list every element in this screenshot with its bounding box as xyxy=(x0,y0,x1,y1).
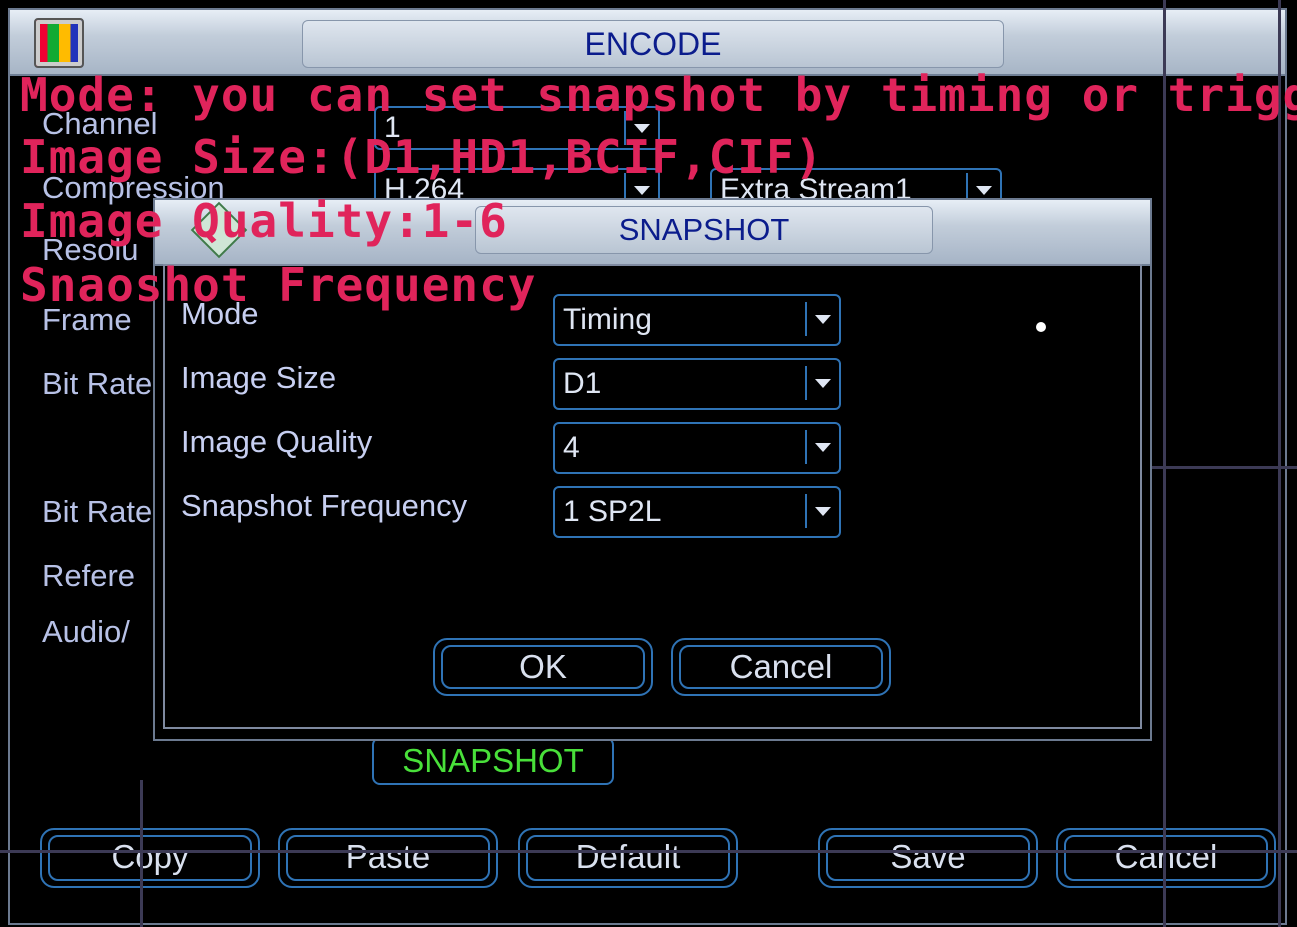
mode-value: Timing xyxy=(563,303,652,336)
grid-line xyxy=(140,780,143,927)
reference-label: Refere xyxy=(42,558,136,593)
paste-button[interactable]: Paste xyxy=(278,828,498,888)
copy-button[interactable]: Copy xyxy=(40,828,260,888)
grid-line xyxy=(0,850,1297,853)
snapshot-frequency-value: 1 SP2L xyxy=(563,495,662,528)
mouse-cursor-dot xyxy=(1036,322,1046,332)
window-title: ENCODE xyxy=(302,20,1004,68)
bit-rate-label: Bit Rate xyxy=(42,494,153,529)
chevron-down-icon xyxy=(805,366,837,400)
image-size-select[interactable]: D1 xyxy=(553,358,841,410)
chevron-down-icon xyxy=(805,430,837,464)
chevron-down-icon xyxy=(805,494,837,528)
dialog-cancel-button[interactable]: Cancel xyxy=(671,638,891,696)
mode-select[interactable]: Timing xyxy=(553,294,841,346)
image-quality-select[interactable]: 4 xyxy=(553,422,841,474)
grid-line xyxy=(1278,0,1281,927)
encode-titlebar: ENCODE xyxy=(10,10,1285,76)
annotation-mode: Mode: you can set snapshot by timing or … xyxy=(20,68,1297,122)
cancel-button[interactable]: Cancel xyxy=(1056,828,1276,888)
snapshot-frequency-select[interactable]: 1 SP2L xyxy=(553,486,841,538)
chevron-down-icon xyxy=(805,302,837,336)
grid-line xyxy=(1163,0,1166,927)
image-size-value: D1 xyxy=(563,367,602,400)
monitor-icon xyxy=(34,18,84,68)
snapshot-frequency-label: Snapshot Frequency xyxy=(181,488,468,523)
annotation-snapshot-frequency: Snaoshot Frequency xyxy=(20,258,537,312)
default-button[interactable]: Default xyxy=(518,828,738,888)
save-button[interactable]: Save xyxy=(818,828,1038,888)
image-quality-value: 4 xyxy=(563,431,580,464)
audio-video-label: Audio/ xyxy=(42,614,130,649)
dialog-title: SNAPSHOT xyxy=(475,206,933,254)
bit-rate-type-label: Bit Rate xyxy=(42,366,153,401)
snapshot-button[interactable]: SNAPSHOT xyxy=(372,737,614,785)
ok-button[interactable]: OK xyxy=(433,638,653,696)
annotation-image-size: Image Size:(D1,HD1,BCIF,CIF) xyxy=(20,130,824,184)
image-size-label: Image Size xyxy=(181,360,337,395)
grid-line xyxy=(1152,466,1297,469)
dvr-screen: ENCODE Channel Compression Resolu Frame … xyxy=(0,0,1297,927)
image-quality-label: Image Quality xyxy=(181,424,373,459)
annotation-image-quality: Image Quality:1-6 xyxy=(20,194,508,248)
